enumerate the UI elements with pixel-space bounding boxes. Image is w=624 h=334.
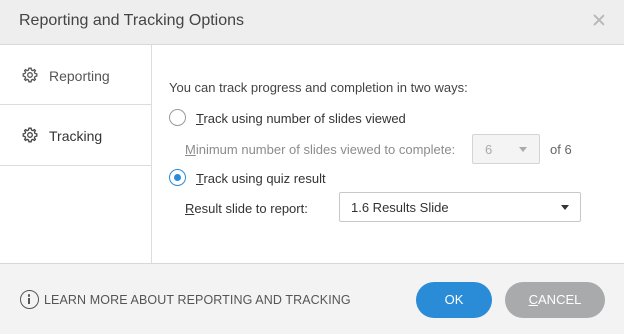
sidebar-item-label: Reporting bbox=[49, 68, 110, 84]
total-slides-text: of 6 bbox=[550, 142, 572, 157]
options-sidebar: Reporting Tracking bbox=[0, 45, 152, 263]
dialog-title: Reporting and Tracking Options bbox=[19, 12, 245, 29]
radio-track-slides[interactable] bbox=[169, 109, 186, 126]
gear-icon bbox=[22, 127, 38, 143]
tracking-intro: You can track progress and completion in… bbox=[169, 80, 468, 95]
sidebar-item-tracking[interactable]: Tracking bbox=[0, 105, 151, 166]
dialog-footer: LEARN MORE ABOUT REPORTING AND TRACKING … bbox=[0, 263, 624, 334]
result-slide-value: 1.6 Results Slide bbox=[351, 200, 449, 215]
chevron-down-icon bbox=[519, 147, 527, 152]
track-quiz-label[interactable]: Track using quiz result bbox=[196, 171, 326, 186]
radio-track-quiz[interactable] bbox=[169, 169, 186, 186]
minimum-slides-text: inimum number of slides viewed to comple… bbox=[195, 142, 456, 157]
cancel-button[interactable]: CANCEL bbox=[505, 282, 605, 318]
minimum-slides-select[interactable]: 6 bbox=[472, 134, 540, 164]
dialog-titlebar: Reporting and Tracking Options bbox=[0, 0, 624, 45]
result-slide-mnemonic: R bbox=[185, 201, 195, 216]
cancel-mnemonic: C bbox=[528, 292, 539, 307]
track-quiz-text: rack using quiz result bbox=[203, 171, 326, 186]
result-slide-text: esult slide to report: bbox=[194, 201, 308, 216]
result-slide-select[interactable]: 1.6 Results Slide bbox=[339, 192, 581, 222]
learn-more-link[interactable]: LEARN MORE ABOUT REPORTING AND TRACKING bbox=[44, 293, 351, 307]
minimum-slides-label: Minimum number of slides viewed to compl… bbox=[185, 142, 455, 157]
result-slide-label: Result slide to report: bbox=[185, 201, 308, 216]
track-slides-label[interactable]: Track using number of slides viewed bbox=[196, 111, 406, 126]
ok-button[interactable]: OK bbox=[416, 282, 492, 318]
cancel-text: ANCEL bbox=[538, 292, 582, 307]
track-slides-text: rack using number of slides viewed bbox=[203, 111, 406, 126]
gear-icon bbox=[22, 67, 38, 83]
sidebar-item-label: Tracking bbox=[49, 128, 103, 144]
sidebar-item-reporting[interactable]: Reporting bbox=[0, 45, 151, 105]
info-icon[interactable] bbox=[20, 290, 39, 309]
minimum-slides-mnemonic: M bbox=[185, 142, 196, 157]
close-icon[interactable] bbox=[592, 13, 606, 27]
tracking-panel: You can track progress and completion in… bbox=[152, 45, 624, 263]
minimum-slides-value: 6 bbox=[485, 142, 493, 157]
chevron-down-icon bbox=[561, 205, 569, 210]
